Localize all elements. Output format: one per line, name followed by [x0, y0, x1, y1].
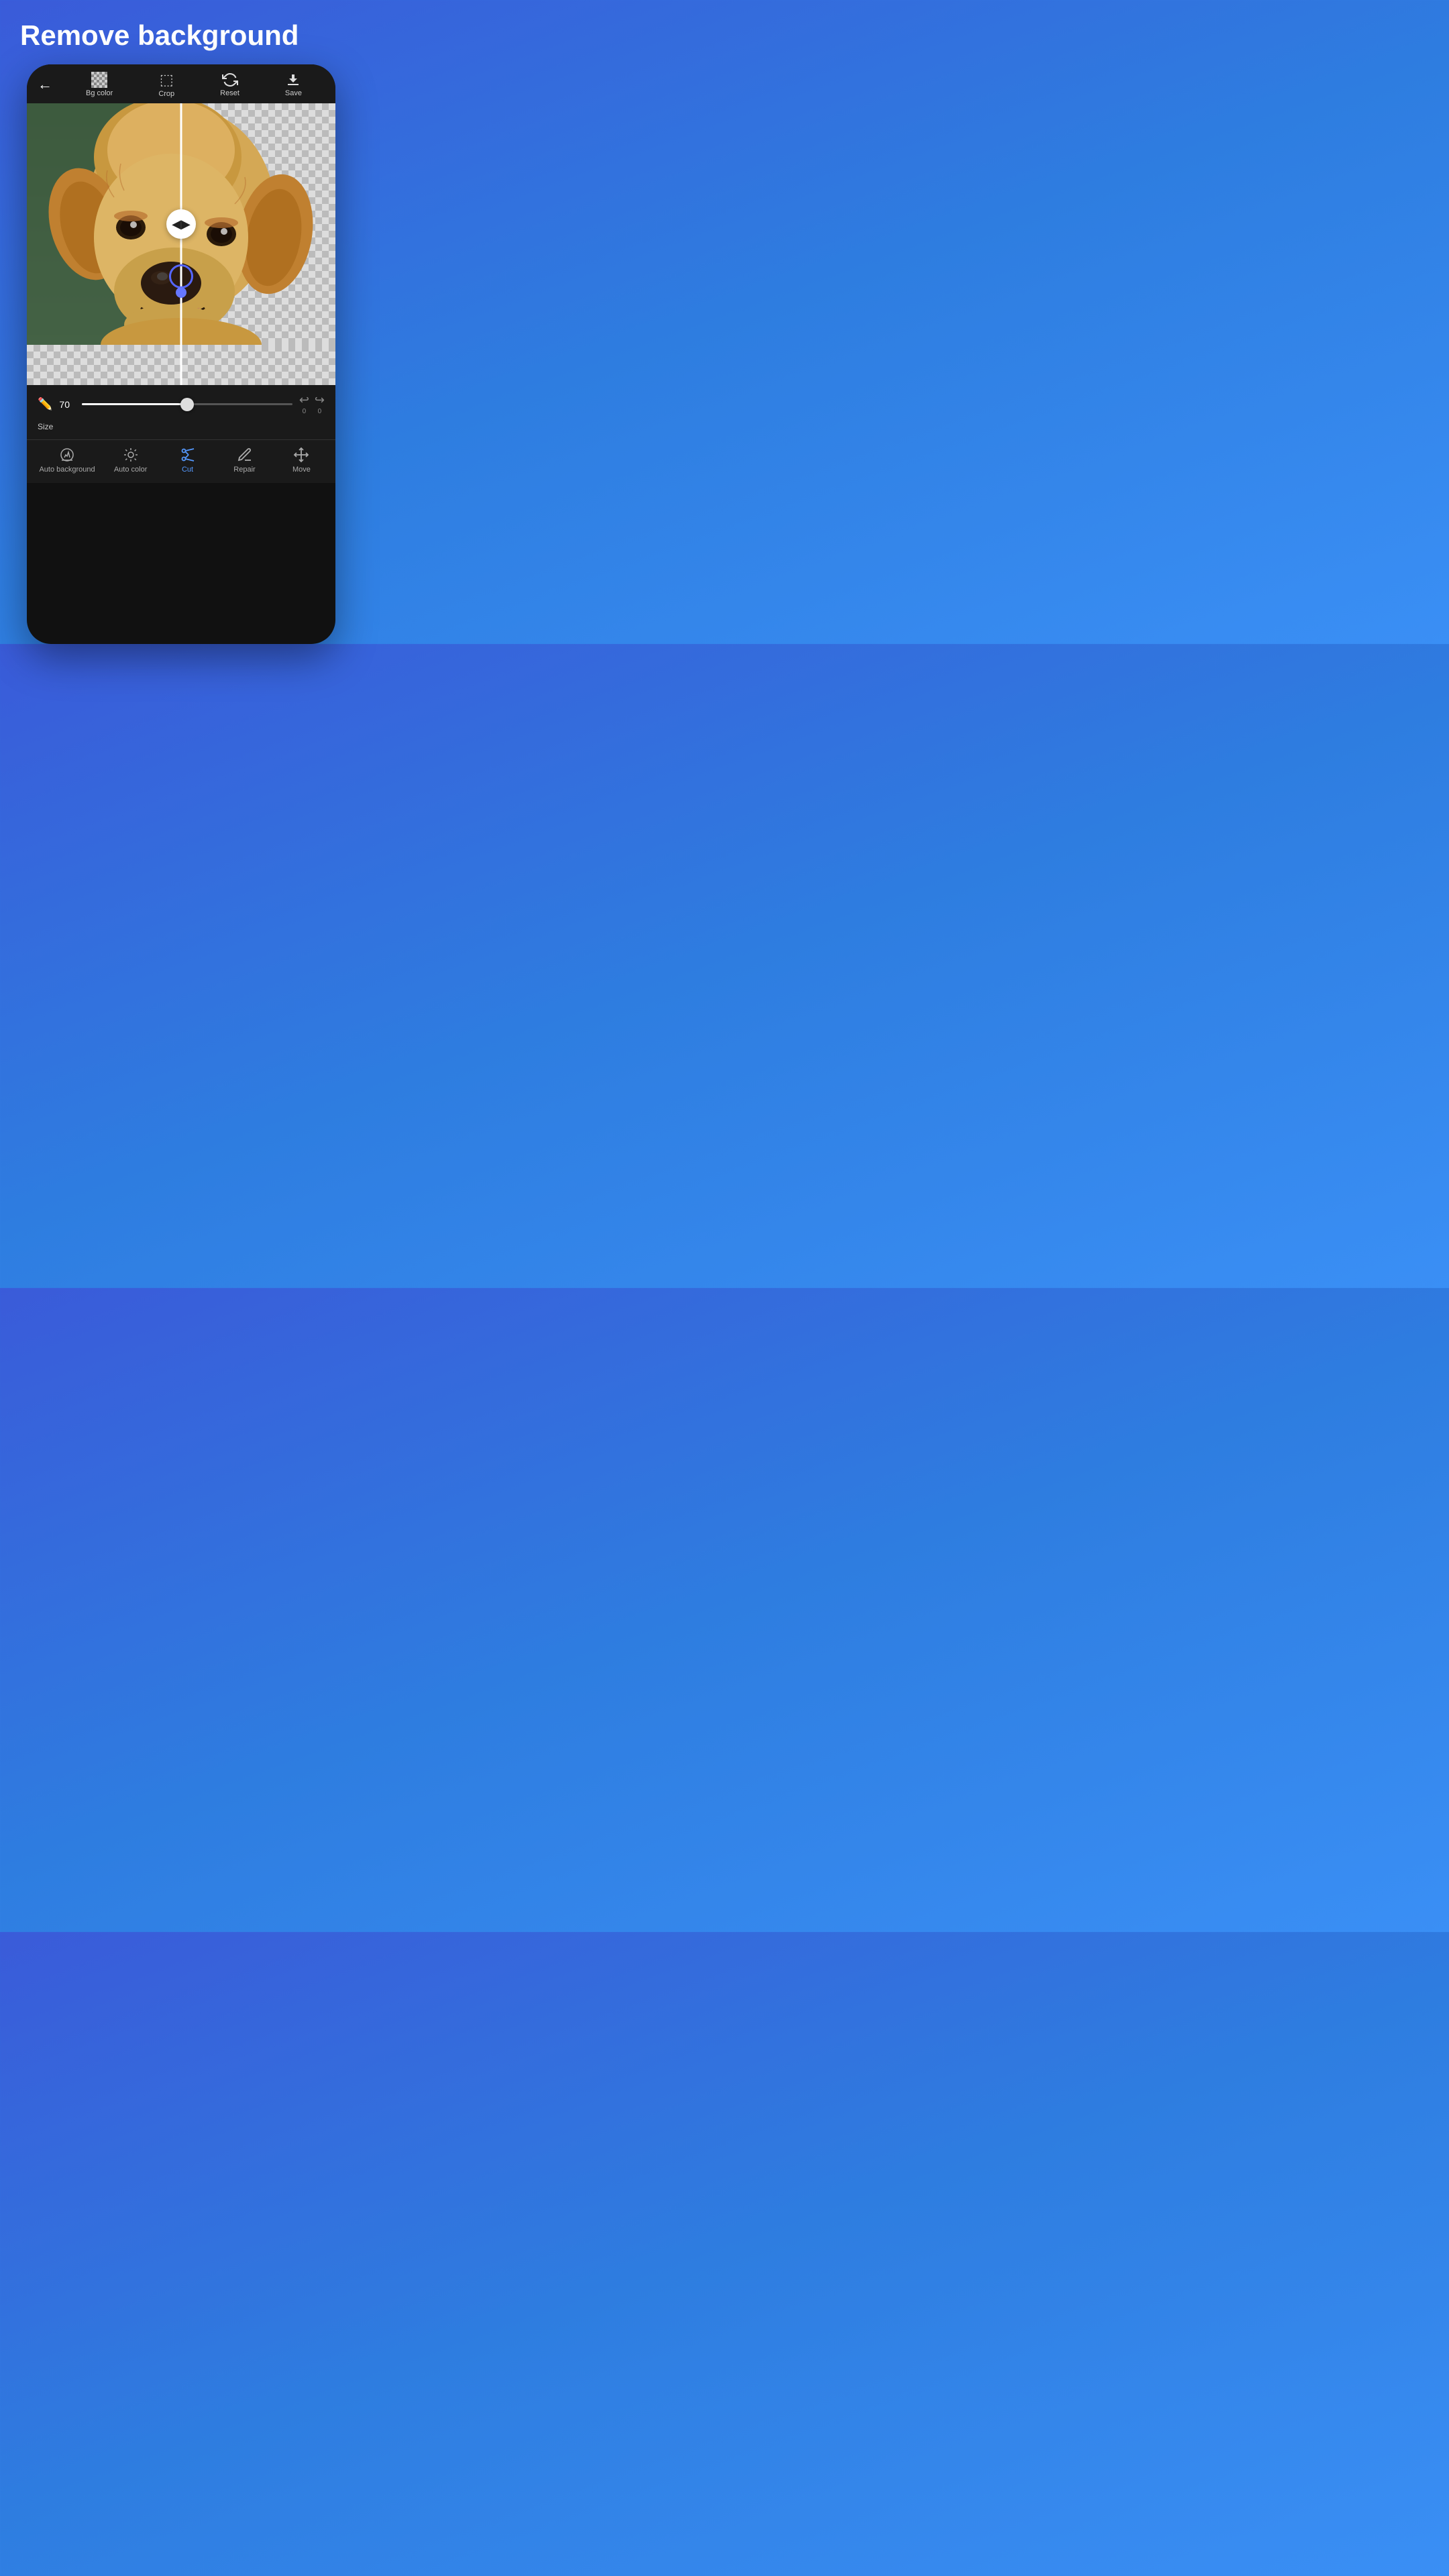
divider-handle[interactable]: ◀▶ [166, 209, 196, 239]
checker-icon [91, 72, 107, 88]
repair-icon [237, 447, 253, 463]
size-label: Size [38, 422, 53, 431]
move-tool[interactable]: Move [280, 447, 323, 474]
reset-icon [222, 72, 238, 88]
cut-tool[interactable]: Cut [166, 447, 209, 474]
redo-icon: ↪ [315, 393, 325, 407]
bottom-toolbar: Auto background Auto color [27, 439, 335, 483]
auto-background-icon [59, 447, 75, 463]
brush-icon: ✏️ [38, 397, 52, 411]
auto-color-tool[interactable]: Auto color [109, 447, 152, 474]
arrows-icon: ◀▶ [172, 217, 191, 231]
size-slider[interactable] [82, 398, 292, 411]
toolbar-actions: Bg color ⬚ Crop Reset Save [63, 71, 325, 98]
slider-thumb[interactable] [180, 398, 194, 411]
page-title: Remove background [0, 0, 362, 64]
undo-control[interactable]: ↩ 0 [299, 393, 309, 415]
bg-color-label: Bg color [86, 89, 113, 97]
undo-count: 0 [303, 408, 307, 415]
undo-redo-controls: ↩ 0 ↪ 0 [299, 393, 325, 415]
auto-background-tool[interactable]: Auto background [39, 447, 95, 474]
redo-count: 0 [318, 408, 322, 415]
move-label: Move [292, 466, 311, 474]
save-icon [285, 72, 301, 88]
top-toolbar: ← Bg color ⬚ Crop Reset [27, 64, 335, 103]
repair-tool[interactable]: Repair [223, 447, 266, 474]
auto-background-label: Auto background [39, 466, 95, 474]
back-button[interactable]: ← [38, 76, 52, 93]
bottom-strip-divider [180, 345, 182, 385]
position-dot [176, 287, 186, 298]
redo-control[interactable]: ↪ 0 [315, 393, 325, 415]
size-control-row: ✏️ 70 ↩ 0 ↪ 0 [27, 385, 335, 421]
save-button[interactable]: Save [285, 72, 302, 97]
brush-cursor [169, 264, 193, 288]
save-label: Save [285, 89, 302, 97]
cut-label: Cut [182, 466, 193, 474]
move-icon [293, 447, 309, 463]
repair-label: Repair [233, 466, 255, 474]
crop-icon: ⬚ [160, 71, 174, 89]
crop-label: Crop [158, 90, 174, 98]
cut-icon [180, 447, 196, 463]
phone-frame: ← Bg color ⬚ Crop Reset [27, 64, 335, 644]
bottom-checkerboard [27, 345, 335, 385]
auto-color-icon [123, 447, 139, 463]
slider-fill [82, 403, 187, 405]
auto-color-label: Auto color [114, 466, 148, 474]
size-value: 70 [59, 399, 75, 410]
size-label-row: Size [27, 421, 335, 439]
image-area: ◀▶ [27, 103, 335, 345]
crop-button[interactable]: ⬚ Crop [158, 71, 174, 98]
reset-button[interactable]: Reset [220, 72, 239, 97]
undo-icon: ↩ [299, 393, 309, 407]
reset-label: Reset [220, 89, 239, 97]
bg-color-button[interactable]: Bg color [86, 72, 113, 97]
